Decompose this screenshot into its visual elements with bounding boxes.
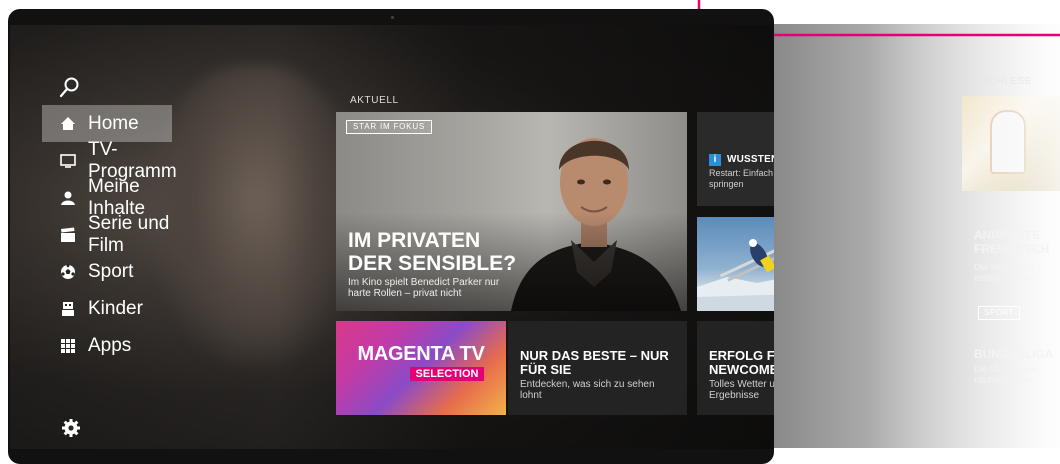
- sidebar-item-home[interactable]: Home: [42, 105, 172, 142]
- home-icon: [60, 116, 76, 132]
- tv-screen: Home TV-Programm Meine Inhalte Serie und…: [10, 25, 774, 449]
- ghost-sport-badge: SPORT: [978, 306, 1020, 320]
- sidebar-item-meine-inhalte[interactable]: Meine Inhalte: [42, 176, 172, 219]
- ghost-card-title-2: BUNDESLIGA: [974, 347, 1054, 361]
- section-label-aktuell: AKTUELL: [350, 95, 399, 106]
- clapperboard-icon: [60, 227, 76, 243]
- sidebar-item-sport[interactable]: Sport: [42, 253, 172, 290]
- sidebar-item-apps[interactable]: Apps: [42, 327, 172, 364]
- tv-icon: [60, 153, 76, 169]
- newcomer-subtitle: Tolles Wetter und überraschende Ergebnis…: [709, 379, 774, 401]
- info-icon: i: [709, 154, 721, 166]
- user-icon: [60, 190, 76, 206]
- ski-jump-teaser-card[interactable]: [697, 217, 774, 311]
- next-page-preview: NACHLESE ANIMIERTE FREUNDSCH Der neue An…: [740, 24, 1060, 448]
- search-icon[interactable]: [58, 75, 82, 99]
- sidebar-item-serie-und-film[interactable]: Serie und Film: [42, 213, 172, 256]
- sidebar-item-label: Home: [88, 112, 139, 134]
- ghost-card-subtitle-2: Die Vorschau a nächsten Spiel: [974, 364, 1036, 385]
- newcomer-title: ERFOLG FÜR DIE NEWCOMER: [709, 348, 774, 377]
- nur-das-beste-subtitle: Entdecken, was sich zu sehen lohnt: [520, 379, 655, 401]
- tv-camera: [391, 16, 394, 19]
- sidebar-item-kinder[interactable]: Kinder: [42, 290, 172, 327]
- nur-das-beste-card[interactable]: NUR DAS BESTE – NUR FÜR SIE Entdecken, w…: [508, 321, 687, 415]
- kids-icon: [60, 301, 76, 317]
- hero-teaser-card[interactable]: STAR IM FOKUS IM PRIVATEN DER SENSIBLE? …: [336, 112, 687, 311]
- hero-title: IM PRIVATEN DER SENSIBLE?: [348, 229, 517, 275]
- gear-icon[interactable]: [60, 417, 82, 439]
- hero-subtitle: Im Kino spielt Benedict Parker nur harte…: [348, 277, 500, 299]
- magenta-tv-logo-text: MAGENTA TV: [357, 343, 485, 365]
- ski-jumper-image: [697, 239, 774, 311]
- magenta-tv-selection-card[interactable]: MAGENTA TV SELECTION: [336, 321, 506, 415]
- ghost-card-title: ANIMIERTE FREUNDSCH: [974, 228, 1050, 256]
- soccer-ball-icon: [60, 263, 76, 280]
- sidebar-item-label: Apps: [88, 334, 132, 356]
- sidebar-item-label: Kinder: [88, 297, 143, 319]
- selection-badge: SELECTION: [410, 367, 484, 381]
- info-teaser-subtitle: Restart: Einfach zurück zum Anfang sprin…: [709, 168, 774, 189]
- nur-das-beste-title: NUR DAS BESTE – NUR FÜR SIE: [520, 348, 669, 377]
- info-teaser-card[interactable]: i WUSSTEN SIE SCHON? Restart: Einfach zu…: [697, 112, 774, 206]
- newcomer-teaser-card[interactable]: ERFOLG FÜR DIE NEWCOMER Tolles Wetter un…: [697, 321, 774, 415]
- sidebar-item-label: Sport: [88, 260, 134, 282]
- ghost-card-subtitle: Der neue Anim endlich im Fern: [974, 262, 1036, 283]
- apps-grid-icon: [60, 338, 76, 354]
- info-teaser-title: WUSSTEN SIE SCHON?: [727, 154, 774, 165]
- sidebar-item-label: Serie und Film: [88, 212, 170, 256]
- star-im-fokus-tag: STAR IM FOKUS: [346, 120, 433, 134]
- sidebar-item-tv-programm[interactable]: TV-Programm: [42, 139, 177, 182]
